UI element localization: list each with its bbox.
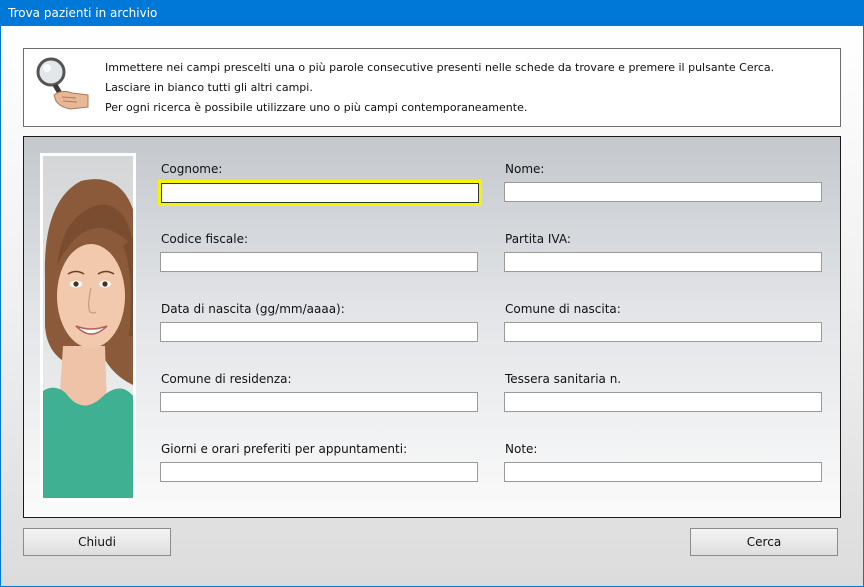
window-client-area: Immettere nei campi prescelti una o più … [1,26,863,586]
magnifier-hand-icon [36,57,89,110]
comune-nascita-label: Comune di nascita: [505,302,621,316]
note-input[interactable] [504,462,822,482]
patient-photo [40,153,136,501]
partita-iva-label: Partita IVA: [505,232,571,246]
search-button[interactable]: Cerca [690,528,838,556]
search-form-panel: Cognome: Nome: Codice fiscale: Partita I… [23,136,841,518]
data-nascita-label: Data di nascita (gg/mm/aaaa): [161,302,345,316]
nome-label: Nome: [505,162,545,176]
comune-nascita-input[interactable] [504,322,822,342]
instructions-text: Immettere nei campi prescelti una o più … [105,58,774,118]
codice-fiscale-input[interactable] [160,252,478,272]
codice-fiscale-label: Codice fiscale: [161,232,248,246]
comune-residenza-input[interactable] [160,392,478,412]
window-title: Trova pazienti in archivio [8,6,158,20]
partita-iva-input[interactable] [504,252,822,272]
giorni-orari-input[interactable] [160,462,478,482]
search-patients-window: Trova pazienti in archivio Immettere nei… [0,0,864,587]
cognome-label: Cognome: [161,162,223,176]
instructions-line-1: Immettere nei campi prescelti una o più … [105,61,775,74]
instructions-line-2: Lasciare in bianco tutti gli altri campi… [105,81,313,94]
cognome-input[interactable] [161,183,479,203]
data-nascita-input[interactable] [160,322,478,342]
comune-residenza-label: Comune di residenza: [161,372,292,386]
tessera-sanitaria-label: Tessera sanitaria n. [505,372,622,386]
giorni-orari-label: Giorni e orari preferiti per appuntament… [161,442,408,456]
close-button[interactable]: Chiudi [23,528,171,556]
instructions-box: Immettere nei campi prescelti una o più … [23,48,841,127]
instructions-line-3: Per ogni ricerca è possibile utilizzare … [105,101,528,114]
title-bar[interactable]: Trova pazienti in archivio [0,0,864,26]
nome-input[interactable] [504,182,822,202]
tessera-sanitaria-input[interactable] [504,392,822,412]
note-label: Note: [505,442,538,456]
